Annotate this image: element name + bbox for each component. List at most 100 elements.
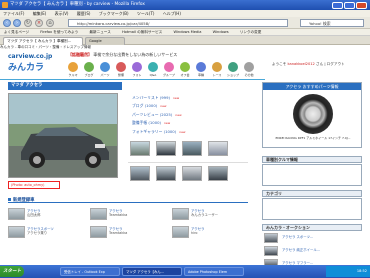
new-car-item[interactable]: アクセラ 山田太郎 [8, 208, 78, 220]
new-car-photo [90, 226, 107, 238]
wheel-ad-image[interactable] [293, 94, 333, 134]
blog-icon[interactable] [84, 62, 94, 72]
close-button[interactable] [356, 1, 367, 9]
new-car-item[interactable]: アクセラ Teamtakka [90, 226, 160, 238]
model-icon[interactable] [196, 62, 206, 72]
gallery-thumb[interactable] [182, 166, 202, 181]
menu-link-blog[interactable]: ブログ (1000) new [132, 102, 185, 110]
gallery-thumb[interactable] [156, 166, 176, 181]
bookmarks-bar: よく見るページ Firefox を使ってみよう 最新ニュース Hotmail の… [0, 29, 370, 36]
menu-bar: ファイル(F) 編集(E) 表示(V) 履歴(S) ブックマーク(B) ツール(… [0, 10, 370, 17]
task-outlook[interactable]: 受信トレイ - Outlook Exp [60, 267, 120, 276]
race-icon[interactable] [212, 62, 222, 72]
maximize-button[interactable] [344, 1, 355, 9]
menu-edit[interactable]: 編集(E) [33, 11, 47, 16]
new-car-photo [8, 226, 25, 238]
model-info-box [262, 164, 362, 186]
shop-icon[interactable] [228, 62, 238, 72]
parts-icon[interactable] [100, 62, 110, 72]
bookmark-item[interactable]: リンクの変更 [240, 30, 262, 34]
tab-minkara[interactable]: マツダ アクセラ【 みんカラ 】車種別... [3, 37, 83, 45]
gallery-divider [128, 162, 248, 163]
minimize-button[interactable] [332, 1, 343, 9]
auction-item[interactable]: アクセラ スポーツ... [282, 234, 313, 239]
nav-label: レース [212, 73, 222, 77]
bookmark-item[interactable]: Hotmail の無料サービス [122, 30, 162, 34]
qa-icon[interactable] [148, 62, 158, 72]
new-car-photo [8, 208, 25, 220]
menu-tools[interactable]: ツール(T) [137, 11, 155, 16]
menu-link-members[interactable]: メンバーリスト (999) new [132, 94, 185, 102]
new-car-item[interactable]: アクセラ hiro [172, 226, 242, 238]
task-firefox[interactable]: マツダ アクセラ【みん... [122, 267, 182, 276]
carview-logo[interactable]: carview.co.jp [8, 53, 52, 60]
tab-google[interactable]: Google [85, 37, 125, 45]
gallery-thumb[interactable] [182, 141, 202, 156]
nav-label: グループ [163, 73, 175, 77]
gallery-thumb[interactable] [156, 141, 176, 156]
minkara-logo[interactable]: みんカラ [8, 60, 44, 73]
menu-file[interactable]: ファイル(F) [3, 11, 24, 16]
url-input[interactable]: http://minkara.carview.co.jp/car/4058/ [68, 19, 288, 27]
new-car-item[interactable]: アクセラ Teamtakka [90, 208, 160, 220]
meetup-icon[interactable] [180, 62, 190, 72]
sidebar-section-category: カテゴリ [262, 190, 362, 197]
auction-thumb[interactable] [264, 233, 278, 243]
car-illustration [9, 94, 117, 177]
car-icon[interactable] [68, 62, 78, 72]
task-photoshop[interactable]: Adobe Photoshop Elem [184, 267, 244, 276]
bookmark-item[interactable]: Windows [213, 30, 229, 34]
group-icon[interactable] [164, 62, 174, 72]
nav-label: パーツ [100, 73, 110, 77]
menu-link-maintenance[interactable]: 整備手帳 (1000) new [132, 119, 185, 127]
sidebar: アクセラ おすすめパーツ情報 ENKEI RACING RPF1 アルミホイール… [262, 82, 362, 267]
gallery-thumb[interactable] [130, 166, 150, 181]
new-car-photo [90, 208, 107, 220]
home-icon[interactable]: ⌂ [46, 19, 54, 27]
banner-text: 車検で余分な出費をしない為の新しいサービス [93, 52, 178, 57]
sidebar-section-auction: みんカラ・オークション [262, 224, 362, 231]
gallery-thumb[interactable] [130, 141, 150, 156]
forward-icon[interactable]: › [13, 19, 21, 27]
photo-icon[interactable] [132, 62, 142, 72]
nav-label: 車種 [197, 73, 204, 77]
bookmark-item[interactable]: Firefox を使ってみよう [40, 30, 78, 34]
auction-thumb[interactable] [264, 246, 278, 256]
more-icon[interactable] [244, 62, 254, 72]
new-car-item[interactable]: アクセラ みんカラユーザー [172, 208, 242, 220]
ad-box[interactable]: アクセラ おすすめパーツ情報 ENKEI RACING RPF1 アルミホイール… [262, 82, 362, 148]
menu-link-parts[interactable]: パーツレビュー (2025) new [132, 111, 185, 119]
photo-credit[interactable]: (Photo: auto_ohmy) [8, 181, 60, 189]
maintenance-icon[interactable] [116, 62, 126, 72]
menu-bookmarks[interactable]: ブックマーク(B) [99, 11, 129, 16]
gallery-thumb[interactable] [208, 141, 228, 156]
stop-icon[interactable]: × [35, 19, 43, 27]
bookmark-item[interactable]: よく見るページ [4, 30, 29, 34]
nav-label: ブログ [84, 73, 94, 77]
reload-icon[interactable]: ↻ [24, 19, 32, 27]
system-tray-clock[interactable]: 18:52 [326, 266, 370, 277]
firefox-icon [2, 2, 8, 8]
menu-history[interactable]: 履歴(S) [77, 11, 91, 16]
menu-link-photos[interactable]: フォトギャラリー (1000) new [132, 128, 185, 136]
car-main-photo[interactable] [8, 93, 118, 178]
start-button[interactable]: スタート [0, 266, 24, 277]
nav-label: クルマ [68, 73, 78, 77]
model-menu-links: メンバーリスト (999) new ブログ (1000) new パーツレビュー (… [132, 94, 185, 136]
site-top-strip: みんカラ - 車の口コミ・パーツ・整備・ドレスアップ情報 [0, 45, 370, 50]
auction-item[interactable]: アクセラ 純正ホイール... [282, 247, 320, 252]
menu-view[interactable]: 表示(V) [55, 11, 69, 16]
login-username[interactable]: kanakkoel2012 [288, 62, 315, 66]
logout-link[interactable]: さん | ログアウト [316, 62, 345, 66]
search-input[interactable]: Yahoo! 検索 [300, 19, 364, 27]
gallery-thumb[interactable] [208, 166, 228, 181]
nav-label: フォト [132, 73, 142, 77]
menu-help[interactable]: ヘルプ(H) [163, 11, 181, 16]
bookmark-item[interactable]: Windows Media [173, 30, 201, 34]
bookmark-item[interactable]: 最新ニュース [89, 30, 110, 34]
promo-banner[interactable]: 【話題騒然】 車検で余分な出費をしない為の新しいサービス [68, 52, 253, 60]
new-car-item[interactable]: アクセラスポーツ アクセラ乗り [8, 226, 78, 238]
back-icon[interactable]: ‹ [3, 19, 11, 27]
ad-text[interactable]: ENKEI RACING RPF1 アルミホイール 17インチ 7.0J... [265, 136, 361, 141]
nav-label: 整備 [117, 73, 124, 77]
